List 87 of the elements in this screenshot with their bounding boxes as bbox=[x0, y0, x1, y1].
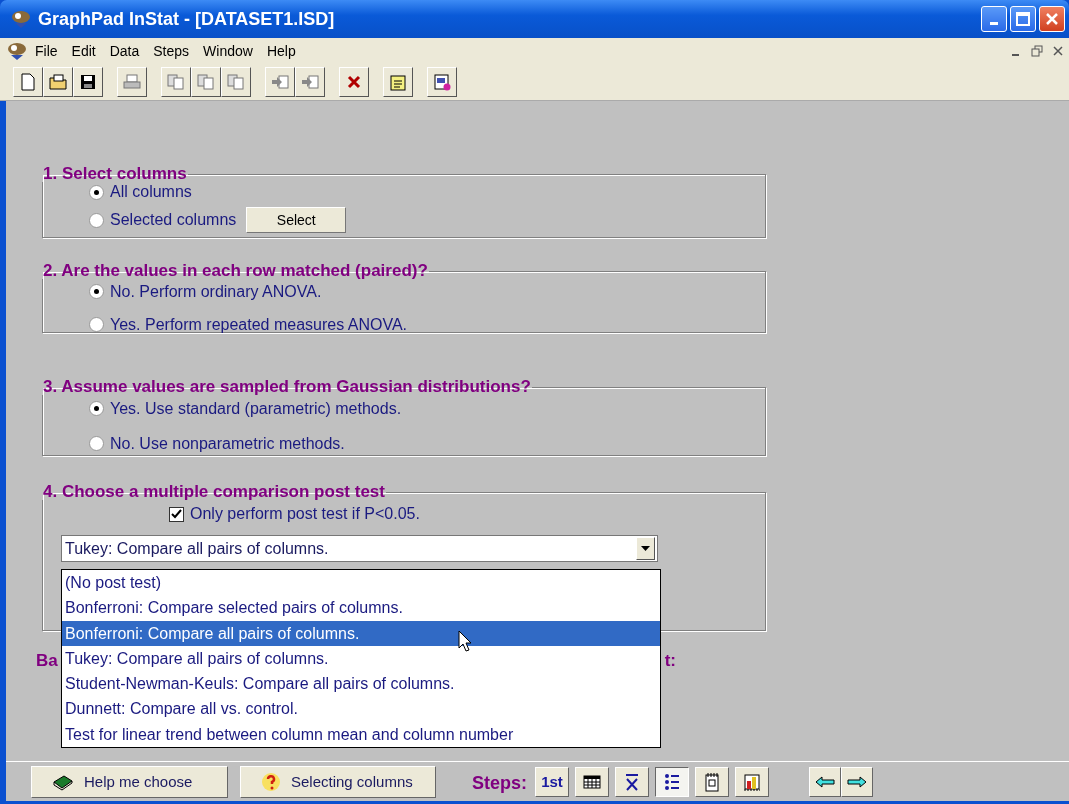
steps-label: Steps: bbox=[472, 773, 527, 794]
option-label: No. Use nonparametric methods. bbox=[110, 434, 345, 453]
left-arrow-icon bbox=[815, 775, 835, 788]
dropdown-option[interactable]: Test for linear trend between column mean and column number bbox=[62, 721, 660, 748]
radio-button[interactable] bbox=[89, 401, 104, 416]
toolbar-button[interactable] bbox=[13, 67, 43, 97]
app-icon bbox=[6, 41, 28, 61]
dropdown-option[interactable]: Dunnett: Compare all vs. control. bbox=[62, 696, 660, 722]
dropdown-option[interactable]: (No post test) bbox=[62, 570, 660, 596]
toolbar-button[interactable] bbox=[191, 67, 221, 97]
dropdown-value: Tukey: Compare all pairs of columns. bbox=[64, 539, 330, 558]
toolbar-button[interactable] bbox=[383, 67, 413, 97]
list-icon bbox=[664, 772, 680, 791]
help-topic-button[interactable]: Selecting columns bbox=[240, 765, 436, 798]
bar-graph-icon bbox=[743, 772, 761, 791]
new-document-icon bbox=[20, 73, 36, 91]
restore-icon[interactable] bbox=[1031, 45, 1043, 57]
dropdown-option[interactable]: Tukey: Compare all pairs of columns. bbox=[62, 645, 660, 672]
group-title: 4. Choose a multiple comparison post test bbox=[42, 484, 386, 500]
toolbar-button[interactable] bbox=[265, 67, 295, 97]
help-me-choose-button[interactable]: Help me choose bbox=[31, 765, 228, 798]
maximize-button[interactable] bbox=[1010, 6, 1036, 32]
toolbar-button[interactable] bbox=[161, 67, 191, 97]
step-button[interactable] bbox=[655, 766, 689, 797]
radio-button[interactable] bbox=[89, 436, 104, 451]
menu-item[interactable]: Window bbox=[196, 43, 260, 59]
window-title: GraphPad InStat - [DATASET1.ISD] bbox=[38, 8, 336, 30]
minimize-icon bbox=[990, 21, 998, 25]
import-icon bbox=[301, 74, 319, 90]
maximize-icon bbox=[1016, 12, 1030, 26]
notepad-icon bbox=[389, 73, 407, 91]
group-title: 3. Assume values are sampled from Gaussian distributions? bbox=[42, 379, 532, 395]
printer-icon bbox=[123, 74, 141, 90]
save-icon bbox=[80, 74, 96, 90]
radio-button[interactable] bbox=[89, 184, 104, 200]
dropdown-option[interactable]: Student-Newman-Keuls: Compare all pairs of columns. bbox=[62, 671, 660, 697]
group-title: 2. Are the values in each row matched (paired)? bbox=[42, 263, 429, 279]
toolbar-button[interactable] bbox=[221, 67, 251, 97]
right-arrow-icon bbox=[847, 775, 867, 788]
group-title: 1. Select columns bbox=[42, 166, 188, 182]
report-icon bbox=[704, 771, 720, 792]
forward-button[interactable] bbox=[841, 766, 873, 797]
toolbar-button[interactable] bbox=[295, 67, 325, 97]
dropdown-arrow-button[interactable] bbox=[636, 537, 655, 560]
table-icon bbox=[583, 774, 601, 789]
menu-item[interactable]: File bbox=[28, 43, 65, 59]
cursor-icon bbox=[458, 629, 472, 652]
partial-text: Ba bbox=[36, 651, 58, 671]
toolbar-button[interactable] bbox=[43, 67, 73, 97]
delete-icon bbox=[347, 75, 361, 89]
copy-icon bbox=[227, 74, 245, 90]
close-button[interactable] bbox=[1039, 6, 1065, 32]
copy-icon bbox=[197, 74, 215, 90]
menu-item[interactable]: Data bbox=[102, 43, 147, 59]
toolbar-button[interactable] bbox=[427, 67, 457, 97]
radio-button[interactable] bbox=[89, 284, 104, 299]
option-label: Yes. Perform repeated measures ANOVA. bbox=[110, 315, 408, 334]
toolbar-button[interactable] bbox=[73, 67, 103, 97]
checkbox-label: Only perform post test if P<0.05. bbox=[190, 505, 420, 523]
help-icon bbox=[261, 771, 281, 792]
mean-icon bbox=[625, 772, 639, 791]
option-label: Yes. Use standard (parametric) methods. bbox=[110, 399, 402, 418]
menu-item[interactable]: Steps bbox=[146, 43, 197, 59]
minimize-button[interactable] bbox=[981, 6, 1007, 32]
dropdown-option[interactable]: Bonferroni: Compare selected pairs of columns. bbox=[62, 595, 660, 621]
checkbox[interactable] bbox=[169, 506, 184, 522]
close-icon[interactable] bbox=[1053, 45, 1063, 57]
radio-button[interactable] bbox=[89, 317, 104, 332]
copy-icon bbox=[167, 74, 185, 90]
menu-item[interactable]: Edit bbox=[64, 43, 103, 59]
toolbar-button[interactable] bbox=[117, 67, 147, 97]
option-label: Selected columns bbox=[110, 211, 237, 229]
back-button[interactable] bbox=[809, 766, 841, 797]
toolbar-button[interactable] bbox=[339, 67, 369, 97]
folder-icon bbox=[49, 74, 67, 90]
menu-item[interactable]: Help bbox=[259, 43, 303, 59]
option-label: All columns bbox=[110, 183, 192, 201]
option-label: No. Perform ordinary ANOVA. bbox=[110, 282, 322, 301]
radio-button[interactable] bbox=[89, 212, 104, 228]
close-icon bbox=[1045, 12, 1059, 26]
step-button[interactable]: 1st bbox=[535, 766, 569, 797]
select-button[interactable]: Select bbox=[246, 207, 347, 233]
document-icon bbox=[433, 73, 451, 91]
import-icon bbox=[271, 74, 289, 90]
caret-icon bbox=[641, 546, 650, 551]
partial-text: t: bbox=[664, 651, 676, 671]
app-icon bbox=[10, 9, 32, 29]
